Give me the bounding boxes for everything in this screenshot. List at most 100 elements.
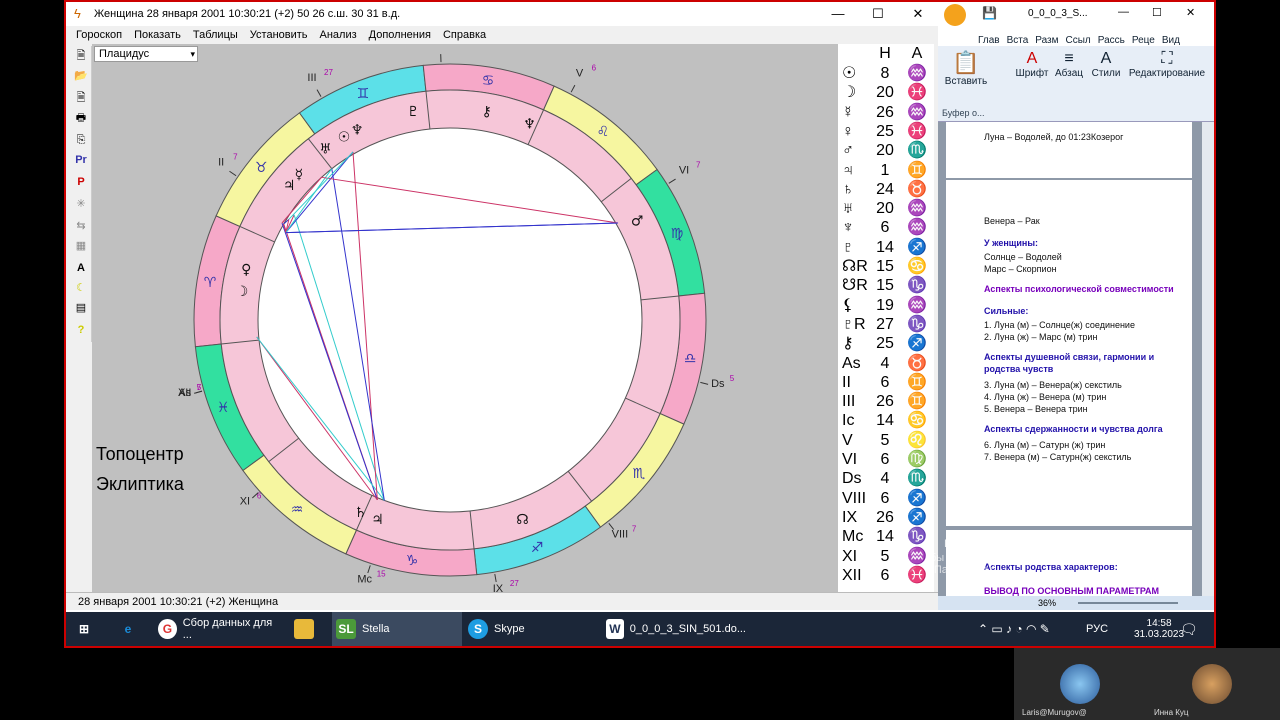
house-degree: 7: [233, 153, 238, 162]
tab-layout[interactable]: Разм: [1035, 35, 1058, 46]
styles-group[interactable]: A Стили: [1088, 50, 1124, 79]
avatar[interactable]: [1192, 664, 1232, 704]
planet-row[interactable]: ⚸ 19 ♒: [838, 296, 934, 315]
menu-help[interactable]: Справка: [443, 29, 486, 41]
close-button[interactable]: ✕: [898, 2, 938, 26]
tab-review[interactable]: Реце: [1132, 35, 1155, 46]
planet-row[interactable]: ♇ 14 ♐: [838, 238, 934, 257]
planet-row[interactable]: ⚷ 25 ♐: [838, 334, 934, 353]
menu-addons[interactable]: Дополнения: [369, 29, 431, 41]
text-icon[interactable]: A: [73, 260, 89, 276]
moon-icon[interactable]: ☾: [73, 280, 89, 296]
planet-row[interactable]: ♅ 20 ♒: [838, 199, 934, 218]
planet-row[interactable]: ♃ 1 ♊: [838, 161, 934, 180]
pr-icon[interactable]: Pr: [73, 152, 89, 168]
planet-row[interactable]: As 4 ♉: [838, 354, 934, 373]
planet-row[interactable]: II 6 ♊: [838, 373, 934, 392]
menu-settings[interactable]: Установить: [250, 29, 308, 41]
house-degree: 27: [510, 579, 519, 588]
grid-icon[interactable]: ▦: [73, 238, 89, 254]
planet-row[interactable]: ☽ 20 ♓: [838, 83, 934, 102]
font-group[interactable]: A Шрифт: [1012, 50, 1052, 79]
arrows-icon[interactable]: ⇆: [73, 218, 89, 234]
menu-analysis[interactable]: Анализ: [320, 29, 357, 41]
menu-show[interactable]: Показать: [134, 29, 181, 41]
avatar[interactable]: [1060, 664, 1100, 704]
tray-icons[interactable]: ⌃ ▭ ♪ ◔ ◠ ✎: [978, 612, 1050, 646]
planet-row[interactable]: III 26 ♊: [838, 392, 934, 411]
planet-row[interactable]: XI 5 ♒: [838, 547, 934, 566]
planet-row[interactable]: ♆ 6 ♒: [838, 218, 934, 237]
taskbar-chrome[interactable]: G Сбор данных для ...: [158, 612, 278, 646]
paragraph-group[interactable]: ≡ Абзац: [1052, 50, 1086, 79]
edge-button[interactable]: e: [118, 612, 144, 646]
word-close-button[interactable]: ✕: [1186, 6, 1195, 19]
zoom-slider[interactable]: [1078, 602, 1178, 604]
new-icon[interactable]: 🗎: [73, 48, 89, 64]
taskbar-word[interactable]: W 0_0_0_3_SIN_501.do...: [606, 612, 746, 646]
minimize-button[interactable]: —: [818, 2, 858, 26]
planet-row[interactable]: ☊R 15 ♋: [838, 257, 934, 276]
save-icon[interactable]: 💾: [982, 6, 997, 20]
tab-mailings[interactable]: Рассь: [1098, 35, 1125, 46]
planet-row[interactable]: Ic 14 ♋: [838, 411, 934, 430]
office-button[interactable]: [944, 4, 966, 26]
binoculars-icon: ⛶: [1161, 50, 1173, 67]
planet-sign: ♐: [907, 508, 927, 526]
planet-row[interactable]: ☋R 15 ♑: [838, 276, 934, 295]
clipboard-icon: 📋: [952, 50, 980, 75]
open-icon[interactable]: 📂: [73, 68, 89, 84]
language-indicator[interactable]: РУС: [1086, 612, 1108, 646]
planet-glyph: Ds: [842, 470, 862, 488]
p-icon[interactable]: P: [73, 174, 89, 190]
planet-row[interactable]: ♇R 27 ♑: [838, 315, 934, 334]
planet-row[interactable]: VI 6 ♍: [838, 450, 934, 469]
tab-home[interactable]: Глав: [978, 35, 1000, 46]
planet-marker: ♂: [631, 213, 644, 229]
print-icon[interactable]: 🖶: [73, 110, 89, 126]
copy-icon[interactable]: ⎘: [73, 132, 89, 148]
asterisk-icon[interactable]: ✳: [73, 196, 89, 212]
explorer-button[interactable]: [294, 612, 320, 646]
maximize-button[interactable]: ☐: [858, 2, 898, 26]
house-label: III: [307, 72, 316, 84]
planet-row[interactable]: IX 26 ♐: [838, 508, 934, 527]
planet-degree: 20: [876, 200, 894, 218]
word-maximize-button[interactable]: ☐: [1152, 6, 1162, 19]
planet-row[interactable]: ☿ 26 ♒: [838, 103, 934, 122]
doc-icon[interactable]: 🗎: [73, 90, 89, 106]
menu-horoscope[interactable]: Гороскоп: [76, 29, 122, 41]
planet-sign: ♒: [907, 547, 927, 565]
planet-row[interactable]: VIII 6 ♐: [838, 489, 934, 508]
tab-view[interactable]: Вид: [1162, 35, 1180, 46]
clock[interactable]: 14:58 31.03.2023: [1134, 612, 1184, 646]
planet-row[interactable]: Ds 4 ♏: [838, 469, 934, 488]
menu-tables[interactable]: Таблицы: [193, 29, 238, 41]
planet-row[interactable]: ♂ 20 ♏: [838, 141, 934, 160]
word-scrollbar[interactable]: [1202, 122, 1214, 596]
tab-insert[interactable]: Вста: [1007, 35, 1029, 46]
table-icon[interactable]: ▤: [73, 300, 89, 316]
chrome-label: Сбор данных для ...: [182, 617, 273, 641]
help-icon[interactable]: ?: [73, 322, 89, 338]
zodiac-glyph: ♍: [671, 226, 684, 242]
editing-group[interactable]: ⛶ Редактирование: [1124, 50, 1210, 79]
taskbar-skype[interactable]: S Skype: [468, 612, 598, 646]
planet-row[interactable]: ♄ 24 ♉: [838, 180, 934, 199]
word-minimize-button[interactable]: —: [1118, 6, 1129, 18]
planet-sign: ♓: [907, 566, 927, 584]
planet-sign: ♐: [907, 335, 927, 353]
tab-references[interactable]: Ссыл: [1066, 35, 1091, 46]
planet-sign: ♌: [907, 431, 927, 449]
start-button[interactable]: ⊞: [74, 612, 100, 646]
notification-icon[interactable]: 🗨: [1180, 612, 1198, 646]
planet-row[interactable]: ☉ 8 ♒: [838, 64, 934, 83]
word-label: 0_0_0_3_SIN_501.do...: [629, 623, 746, 635]
planet-row[interactable]: ♀ 25 ♓: [838, 122, 934, 141]
planet-row[interactable]: Mc 14 ♑: [838, 527, 934, 546]
paste-button[interactable]: 📋 Вставить: [944, 50, 988, 87]
taskbar-stella[interactable]: SL Stella: [332, 612, 462, 646]
planet-row[interactable]: V 5 ♌: [838, 431, 934, 450]
planet-row[interactable]: XII 6 ♓: [838, 566, 934, 585]
house-degree: 7: [632, 524, 637, 533]
